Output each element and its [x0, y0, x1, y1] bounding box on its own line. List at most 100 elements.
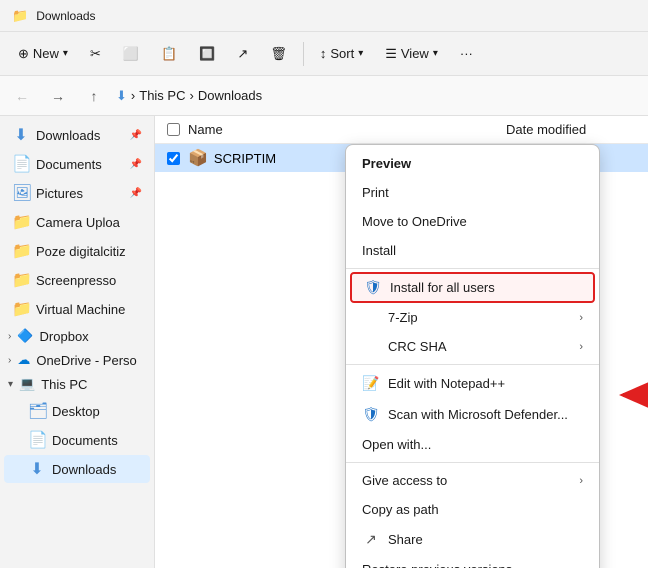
main-area: ⬇ Downloads 📌 📄 Documents 📌 🖼 Pictures 📌… [0, 116, 648, 568]
ctx-defender[interactable]: 🛡 Scan with Microsoft Defender... [346, 399, 599, 430]
ctx-install-all[interactable]: 🛡 Install for all users [350, 272, 595, 303]
col-name-header: Name [188, 122, 506, 137]
defender-icon: 🛡 [362, 406, 380, 423]
onedrive-icon: ☁ [17, 352, 30, 368]
ctx-preview[interactable]: Preview [346, 149, 599, 178]
ctx-restore[interactable]: Restore previous versions [346, 555, 599, 568]
breadcrumb-sep1: › [131, 88, 135, 103]
ctx-share-label: Share [388, 532, 423, 547]
window-title: Downloads [36, 9, 95, 23]
ctx-install-all-label: Install for all users [390, 280, 495, 295]
ctx-giveaccess-label: Give access to [362, 473, 447, 488]
rename-icon: 🔲 [199, 46, 215, 62]
sort-icon: ↕ [320, 46, 327, 61]
thispc-expand-icon: ▾ [8, 379, 13, 390]
title-bar: 📁 Downloads [0, 0, 648, 32]
address-bar: ← → ↑ ⬇ › This PC › Downloads [0, 76, 648, 116]
7zip-arrow: › [579, 312, 583, 324]
ctx-crc[interactable]: CRC SHA › [346, 332, 599, 361]
sidebar-label-downloads: Downloads [36, 128, 100, 143]
ctx-install[interactable]: Install [346, 236, 599, 265]
forward-button[interactable]: → [44, 82, 72, 110]
ctx-7zip[interactable]: 7-Zip › [346, 303, 599, 332]
sidebar-item-downloads[interactable]: ⬇ Downloads 📌 [4, 121, 150, 149]
sidebar-item-documents[interactable]: 📄 Documents 📌 [4, 150, 150, 178]
ctx-sep1 [346, 268, 599, 269]
ctx-7zip-label: 7-Zip [388, 310, 418, 325]
cut-icon: ✂ [90, 46, 101, 62]
delete-button[interactable]: 🗑 [260, 41, 297, 67]
ctx-share[interactable]: ↗ Share [346, 524, 599, 555]
sidebar-item-screenpresso[interactable]: 📁 Screenpresso [4, 266, 150, 294]
view-button[interactable]: ☰ View ▾ [375, 41, 448, 67]
documents-icon: 📄 [12, 154, 30, 174]
red-arrow [615, 381, 648, 412]
ctx-openwith-label: Open with... [362, 437, 431, 452]
new-icon: ⊕ [18, 46, 29, 62]
delete-icon: 🗑 [270, 46, 287, 62]
breadcrumb-downloads[interactable]: Downloads [198, 88, 262, 103]
ctx-notepad-label: Edit with Notepad++ [388, 376, 505, 391]
sidebar-label-screenpresso: Screenpresso [36, 273, 116, 288]
sidebar-item-poze[interactable]: 📁 Poze digitalcitiz [4, 237, 150, 265]
ctx-giveaccess[interactable]: Give access to › [346, 466, 599, 495]
pin-icon: 📌 [130, 130, 142, 141]
sidebar-section-dropbox[interactable]: › 🔷 Dropbox [0, 324, 154, 348]
ctx-copypath-label: Copy as path [362, 502, 439, 517]
ctx-print[interactable]: Print [346, 178, 599, 207]
thispc-icon: 💻 [19, 376, 35, 392]
pin-icon2: 📌 [130, 159, 142, 170]
ctx-copypath[interactable]: Copy as path [346, 495, 599, 524]
dropbox-icon: 🔷 [17, 328, 33, 344]
documents2-icon: 📄 [28, 430, 46, 450]
share-icon: ↗ [237, 46, 248, 62]
back-button[interactable]: ← [8, 82, 36, 110]
file-list-header: Name Date modified [155, 116, 648, 144]
sidebar-item-virtual[interactable]: 📁 Virtual Machine [4, 295, 150, 323]
sidebar: ⬇ Downloads 📌 📄 Documents 📌 🖼 Pictures 📌… [0, 116, 155, 568]
file-checkbox[interactable] [167, 152, 180, 165]
sidebar-item-camera[interactable]: 📁 Camera Uploa [4, 208, 150, 236]
paste-button[interactable]: 📋 [151, 41, 187, 67]
sidebar-label-dropbox: Dropbox [40, 329, 89, 344]
sidebar-item-desktop[interactable]: 🗂 Desktop [4, 397, 150, 425]
downloads-icon: ⬇ [12, 125, 30, 145]
rename-button[interactable]: 🔲 [189, 41, 225, 67]
downloads2-icon: ⬇ [28, 459, 46, 479]
onedrive-expand-icon: › [8, 355, 11, 366]
giveaccess-arrow: › [579, 475, 583, 487]
cut-button[interactable]: ✂ [80, 41, 111, 67]
desktop-icon: 🗂 [28, 401, 46, 421]
ctx-move-onedrive[interactable]: Move to OneDrive [346, 207, 599, 236]
ctx-move-onedrive-label: Move to OneDrive [362, 214, 467, 229]
sidebar-section-thispc[interactable]: ▾ 💻 This PC [0, 372, 154, 396]
sidebar-label-camera: Camera Uploa [36, 215, 120, 230]
more-button[interactable]: ··· [450, 41, 483, 66]
breadcrumb-thispc[interactable]: This PC [139, 88, 185, 103]
sidebar-label-poze: Poze digitalcitiz [36, 244, 126, 259]
sidebar-label-downloads2: Downloads [52, 462, 116, 477]
share-toolbar-button[interactable]: ↗ [227, 41, 258, 67]
sort-button[interactable]: ↕ Sort ▾ [310, 41, 373, 66]
up-button[interactable]: ↑ [80, 82, 108, 110]
context-menu: Preview Print Move to OneDrive Install 🛡… [345, 144, 600, 568]
view-icon: ☰ [385, 46, 397, 62]
sidebar-item-documents2[interactable]: 📄 Documents [4, 426, 150, 454]
ctx-notepad[interactable]: 📝 Edit with Notepad++ [346, 368, 599, 399]
screenpresso-icon: 📁 [12, 270, 30, 290]
ctx-openwith[interactable]: Open with... [346, 430, 599, 459]
toolbar-sep [303, 42, 304, 66]
toolbar: ⊕ New ▾ ✂ ⬜ 📋 🔲 ↗ 🗑 ↕ Sort ▾ ☰ View ▾ ··… [0, 32, 648, 76]
copy-button[interactable]: ⬜ [113, 41, 149, 67]
dropbox-expand-icon: › [8, 331, 11, 342]
select-all-checkbox[interactable] [167, 123, 180, 136]
share-ctx-icon: ↗ [362, 531, 380, 548]
new-button[interactable]: ⊕ New ▾ [8, 41, 78, 67]
sidebar-label-documents2: Documents [52, 433, 118, 448]
sidebar-item-downloads2[interactable]: ⬇ Downloads [4, 455, 150, 483]
sidebar-item-pictures[interactable]: 🖼 Pictures 📌 [4, 179, 150, 207]
sidebar-label-desktop: Desktop [52, 404, 100, 419]
sidebar-section-onedrive[interactable]: › ☁ OneDrive - Perso [0, 348, 154, 372]
notepad-icon: 📝 [362, 375, 380, 392]
virtual-icon: 📁 [12, 299, 30, 319]
